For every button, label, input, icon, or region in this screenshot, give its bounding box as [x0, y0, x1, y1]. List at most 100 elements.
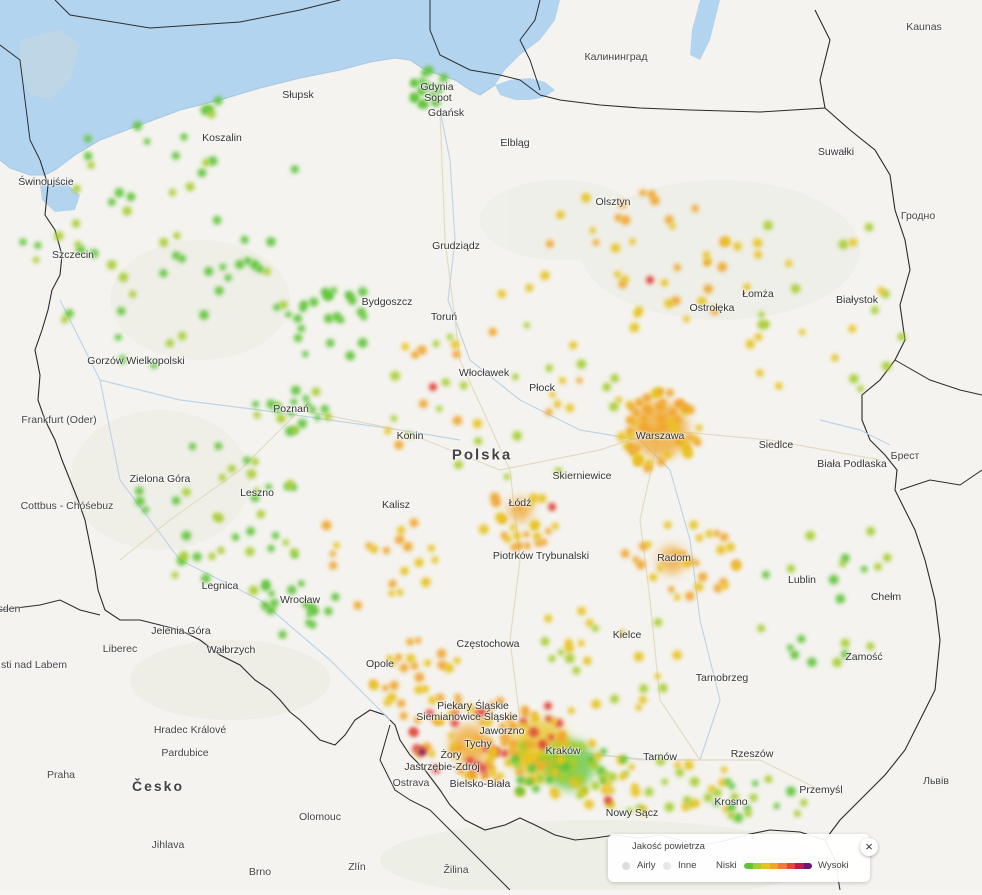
sensor-high[interactable]	[673, 399, 684, 410]
sensor-very_low[interactable]	[204, 266, 214, 276]
sensor-low[interactable]	[870, 306, 880, 315]
sensor-low[interactable]	[832, 657, 843, 668]
sensor-high[interactable]	[399, 663, 409, 673]
sensor-very_high[interactable]	[604, 796, 612, 804]
sensor-low[interactable]	[245, 546, 255, 557]
sensor-medium[interactable]	[423, 659, 432, 667]
sensor-low[interactable]	[849, 373, 859, 384]
sensor-medium[interactable]	[732, 562, 741, 571]
sensor-medium[interactable]	[532, 532, 542, 541]
sensor-medium[interactable]	[649, 573, 658, 582]
sensor-low[interactable]	[639, 684, 649, 694]
sensor-medium[interactable]	[530, 714, 540, 724]
sensor-low[interactable]	[71, 219, 81, 228]
sensor-low[interactable]	[246, 469, 257, 479]
sensor-low[interactable]	[185, 182, 195, 192]
sensor-medium[interactable]	[384, 427, 392, 435]
sensor-very_low[interactable]	[410, 94, 419, 103]
sensor-low[interactable]	[311, 387, 321, 396]
sensor-medium[interactable]	[453, 657, 461, 665]
sensor-low[interactable]	[727, 811, 736, 820]
sensor-very_low[interactable]	[273, 303, 281, 311]
sensor-very_low[interactable]	[305, 619, 313, 627]
sensor-very_low[interactable]	[357, 337, 368, 348]
sensor-very_low[interactable]	[797, 634, 806, 644]
sensor-very_low[interactable]	[224, 274, 232, 282]
sensor-medium[interactable]	[401, 342, 410, 351]
sensor-medium[interactable]	[530, 522, 539, 531]
sensor-high[interactable]	[625, 415, 635, 425]
sensor-low[interactable]	[644, 787, 654, 797]
sensor-medium[interactable]	[654, 673, 661, 680]
sensor-high[interactable]	[657, 403, 665, 412]
air-quality-map[interactable]	[0, 0, 982, 895]
sensor-low[interactable]	[790, 283, 801, 294]
sensor-very_low[interactable]	[345, 350, 356, 361]
sensor-very_low[interactable]	[424, 65, 434, 76]
sensor-medium[interactable]	[638, 695, 648, 704]
sensor-high[interactable]	[620, 215, 631, 226]
sensor-medium[interactable]	[556, 210, 565, 220]
sensor-very_low[interactable]	[807, 657, 817, 667]
sensor-low[interactable]	[897, 332, 906, 341]
sensor-very_low[interactable]	[114, 187, 125, 198]
sensor-medium[interactable]	[775, 382, 783, 390]
sensor-low[interactable]	[129, 290, 137, 298]
sensor-high[interactable]	[719, 532, 729, 542]
sensor-low[interactable]	[805, 530, 816, 541]
sensor-medium[interactable]	[733, 242, 742, 251]
sensor-high[interactable]	[691, 204, 699, 213]
sensor-high[interactable]	[452, 350, 461, 359]
sensor-low[interactable]	[749, 793, 758, 802]
sensor-high[interactable]	[647, 189, 656, 199]
sensor-low[interactable]	[276, 413, 286, 424]
sensor-medium[interactable]	[551, 522, 559, 530]
sensor-low[interactable]	[591, 781, 600, 791]
sensor-very_low[interactable]	[260, 581, 271, 592]
sensor-low[interactable]	[290, 548, 299, 556]
sensor-medium[interactable]	[629, 238, 636, 245]
sensor-low[interactable]	[602, 382, 612, 392]
sensor-very_low[interactable]	[240, 235, 249, 244]
sensor-high[interactable]	[697, 572, 708, 582]
sensor-medium[interactable]	[537, 493, 547, 504]
sensor-very_low[interactable]	[135, 496, 145, 507]
sensor-medium[interactable]	[414, 558, 424, 568]
sensor-low[interactable]	[758, 311, 765, 318]
sensor-medium[interactable]	[672, 650, 682, 660]
sensor-high[interactable]	[500, 531, 508, 539]
sensor-very_low[interactable]	[265, 605, 276, 615]
sensor-very_high[interactable]	[408, 727, 417, 736]
sensor-high[interactable]	[353, 601, 363, 610]
sensor-low[interactable]	[610, 373, 620, 383]
sensor-very_low[interactable]	[83, 151, 93, 161]
sensor-low[interactable]	[256, 509, 266, 519]
sensor-very_low[interactable]	[212, 215, 222, 225]
sensor-low[interactable]	[159, 237, 169, 247]
sensor-low[interactable]	[436, 405, 443, 412]
sensor-medium[interactable]	[663, 521, 672, 529]
sensor-low[interactable]	[864, 222, 874, 232]
sensor-high[interactable]	[436, 648, 447, 659]
sensor-medium[interactable]	[333, 542, 340, 549]
sensor-medium[interactable]	[695, 424, 703, 432]
legend-airly-label[interactable]: Airly	[637, 860, 655, 871]
sensor-medium[interactable]	[720, 766, 728, 774]
sensor-medium[interactable]	[629, 322, 640, 333]
sensor-very_low[interactable]	[188, 442, 197, 451]
sensor-very_low[interactable]	[181, 530, 192, 541]
sensor-low[interactable]	[658, 683, 668, 693]
sensor-low[interactable]	[122, 206, 132, 216]
sensor-medium[interactable]	[521, 750, 531, 760]
sensor-low[interactable]	[106, 260, 117, 270]
sensor-low[interactable]	[323, 412, 332, 421]
sensor-low[interactable]	[87, 161, 95, 170]
sensor-high[interactable]	[381, 684, 389, 692]
sensor-very_low[interactable]	[114, 333, 122, 341]
sensor-low[interactable]	[390, 415, 398, 422]
legend-close-button[interactable]: ×	[860, 838, 878, 856]
sensor-low[interactable]	[840, 638, 850, 648]
sensor-very_high[interactable]	[429, 383, 437, 391]
sensor-very_low[interactable]	[320, 404, 330, 414]
sensor-high[interactable]	[717, 262, 728, 272]
